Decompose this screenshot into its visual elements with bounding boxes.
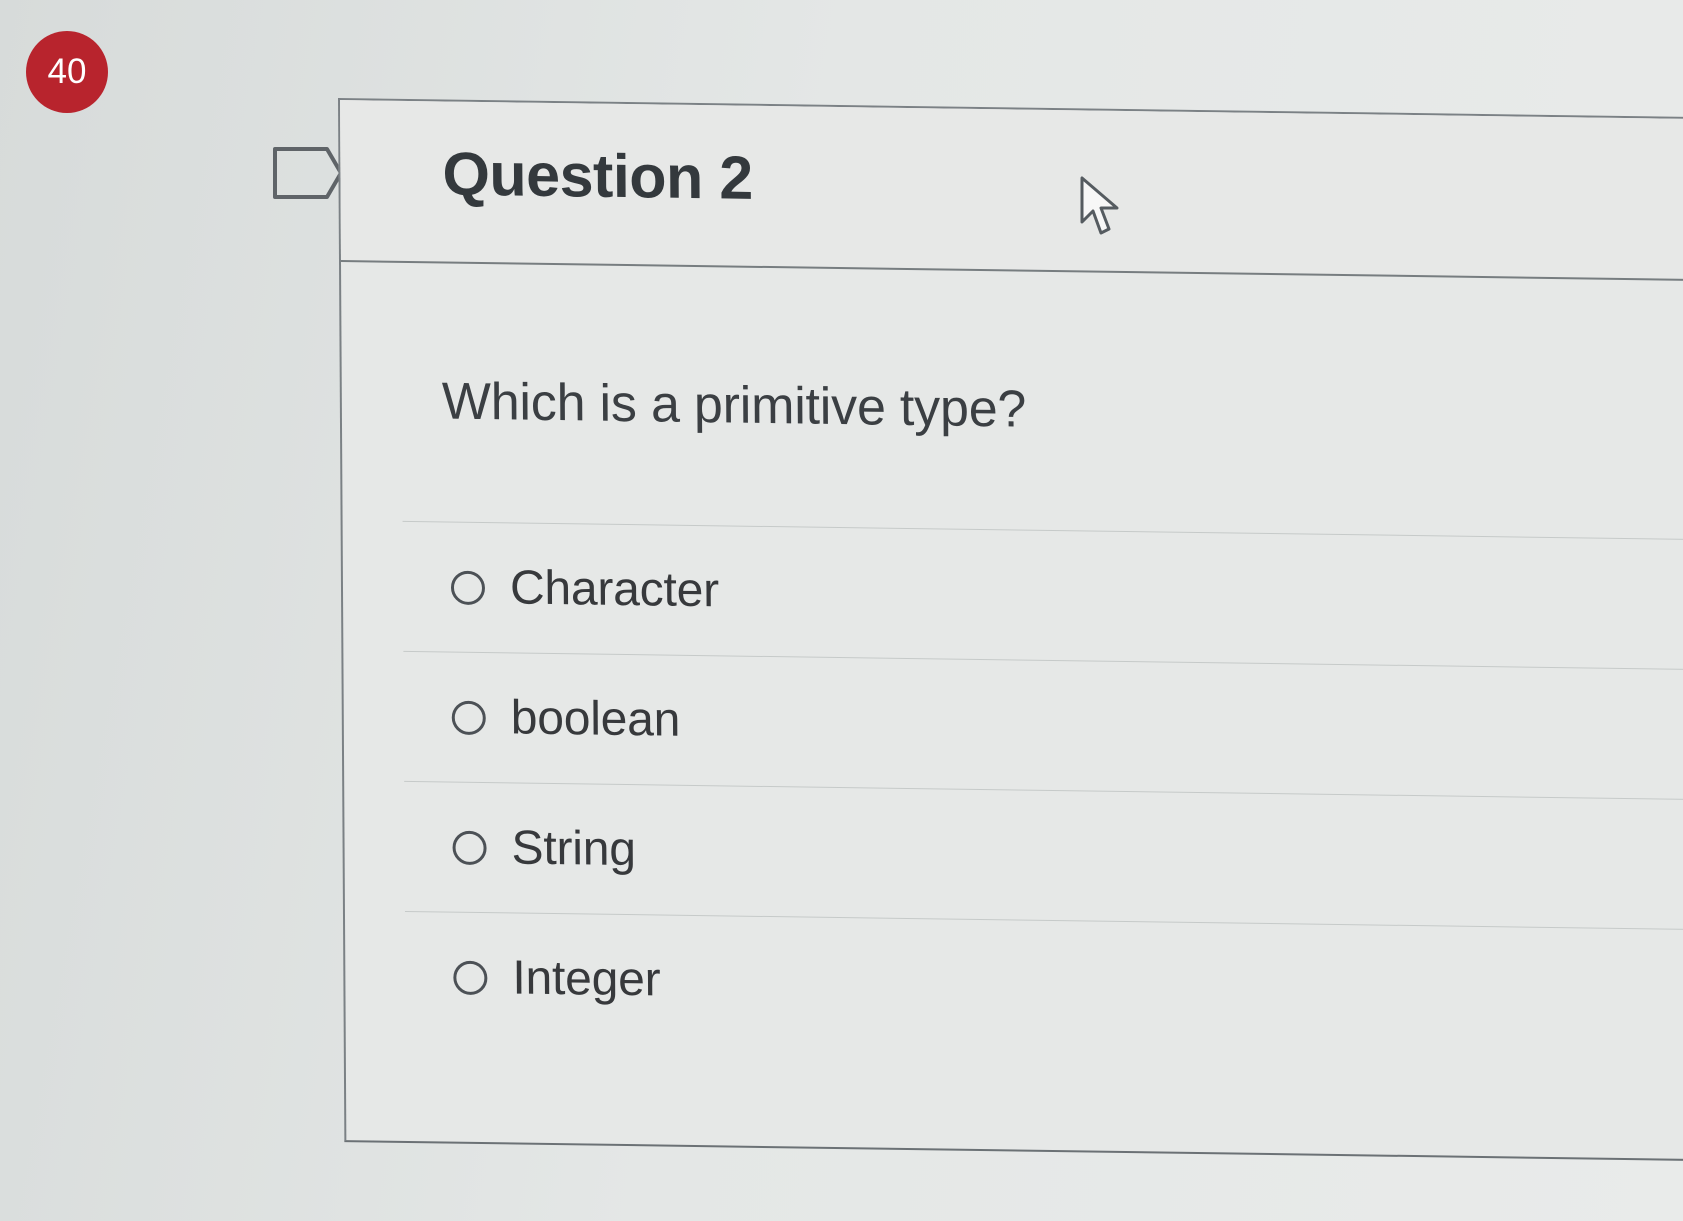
answer-option-character[interactable]: Character <box>402 520 1683 670</box>
question-header: Question 2 <box>340 100 1683 282</box>
question-count-badge: 40 <box>26 31 108 113</box>
radio-button-icon[interactable] <box>451 700 486 735</box>
answer-label[interactable]: Character <box>510 561 719 617</box>
answer-label[interactable]: String <box>511 821 636 876</box>
question-card: Question 2 Which is a primitive type? Ch… <box>338 98 1683 1162</box>
mouse-pointer-icon <box>1080 176 1119 235</box>
answer-list: Character boolean String Integer <box>402 520 1683 1060</box>
answer-option-boolean[interactable]: boolean <box>403 650 1683 800</box>
question-title: Question 2 <box>442 139 753 212</box>
flag-icon[interactable] <box>272 146 344 200</box>
answer-label[interactable]: Integer <box>512 951 660 1006</box>
question-prompt: Which is a primitive type? <box>441 372 1027 439</box>
answer-option-integer[interactable]: Integer <box>404 910 1683 1060</box>
quiz-screen: 40 Question 2 Which is a primitive type?… <box>0 0 1683 1221</box>
answer-label[interactable]: boolean <box>511 691 681 746</box>
radio-button-icon[interactable] <box>453 960 488 995</box>
answer-option-string[interactable]: String <box>404 780 1683 930</box>
radio-button-icon[interactable] <box>450 570 486 605</box>
radio-button-icon[interactable] <box>452 830 487 865</box>
